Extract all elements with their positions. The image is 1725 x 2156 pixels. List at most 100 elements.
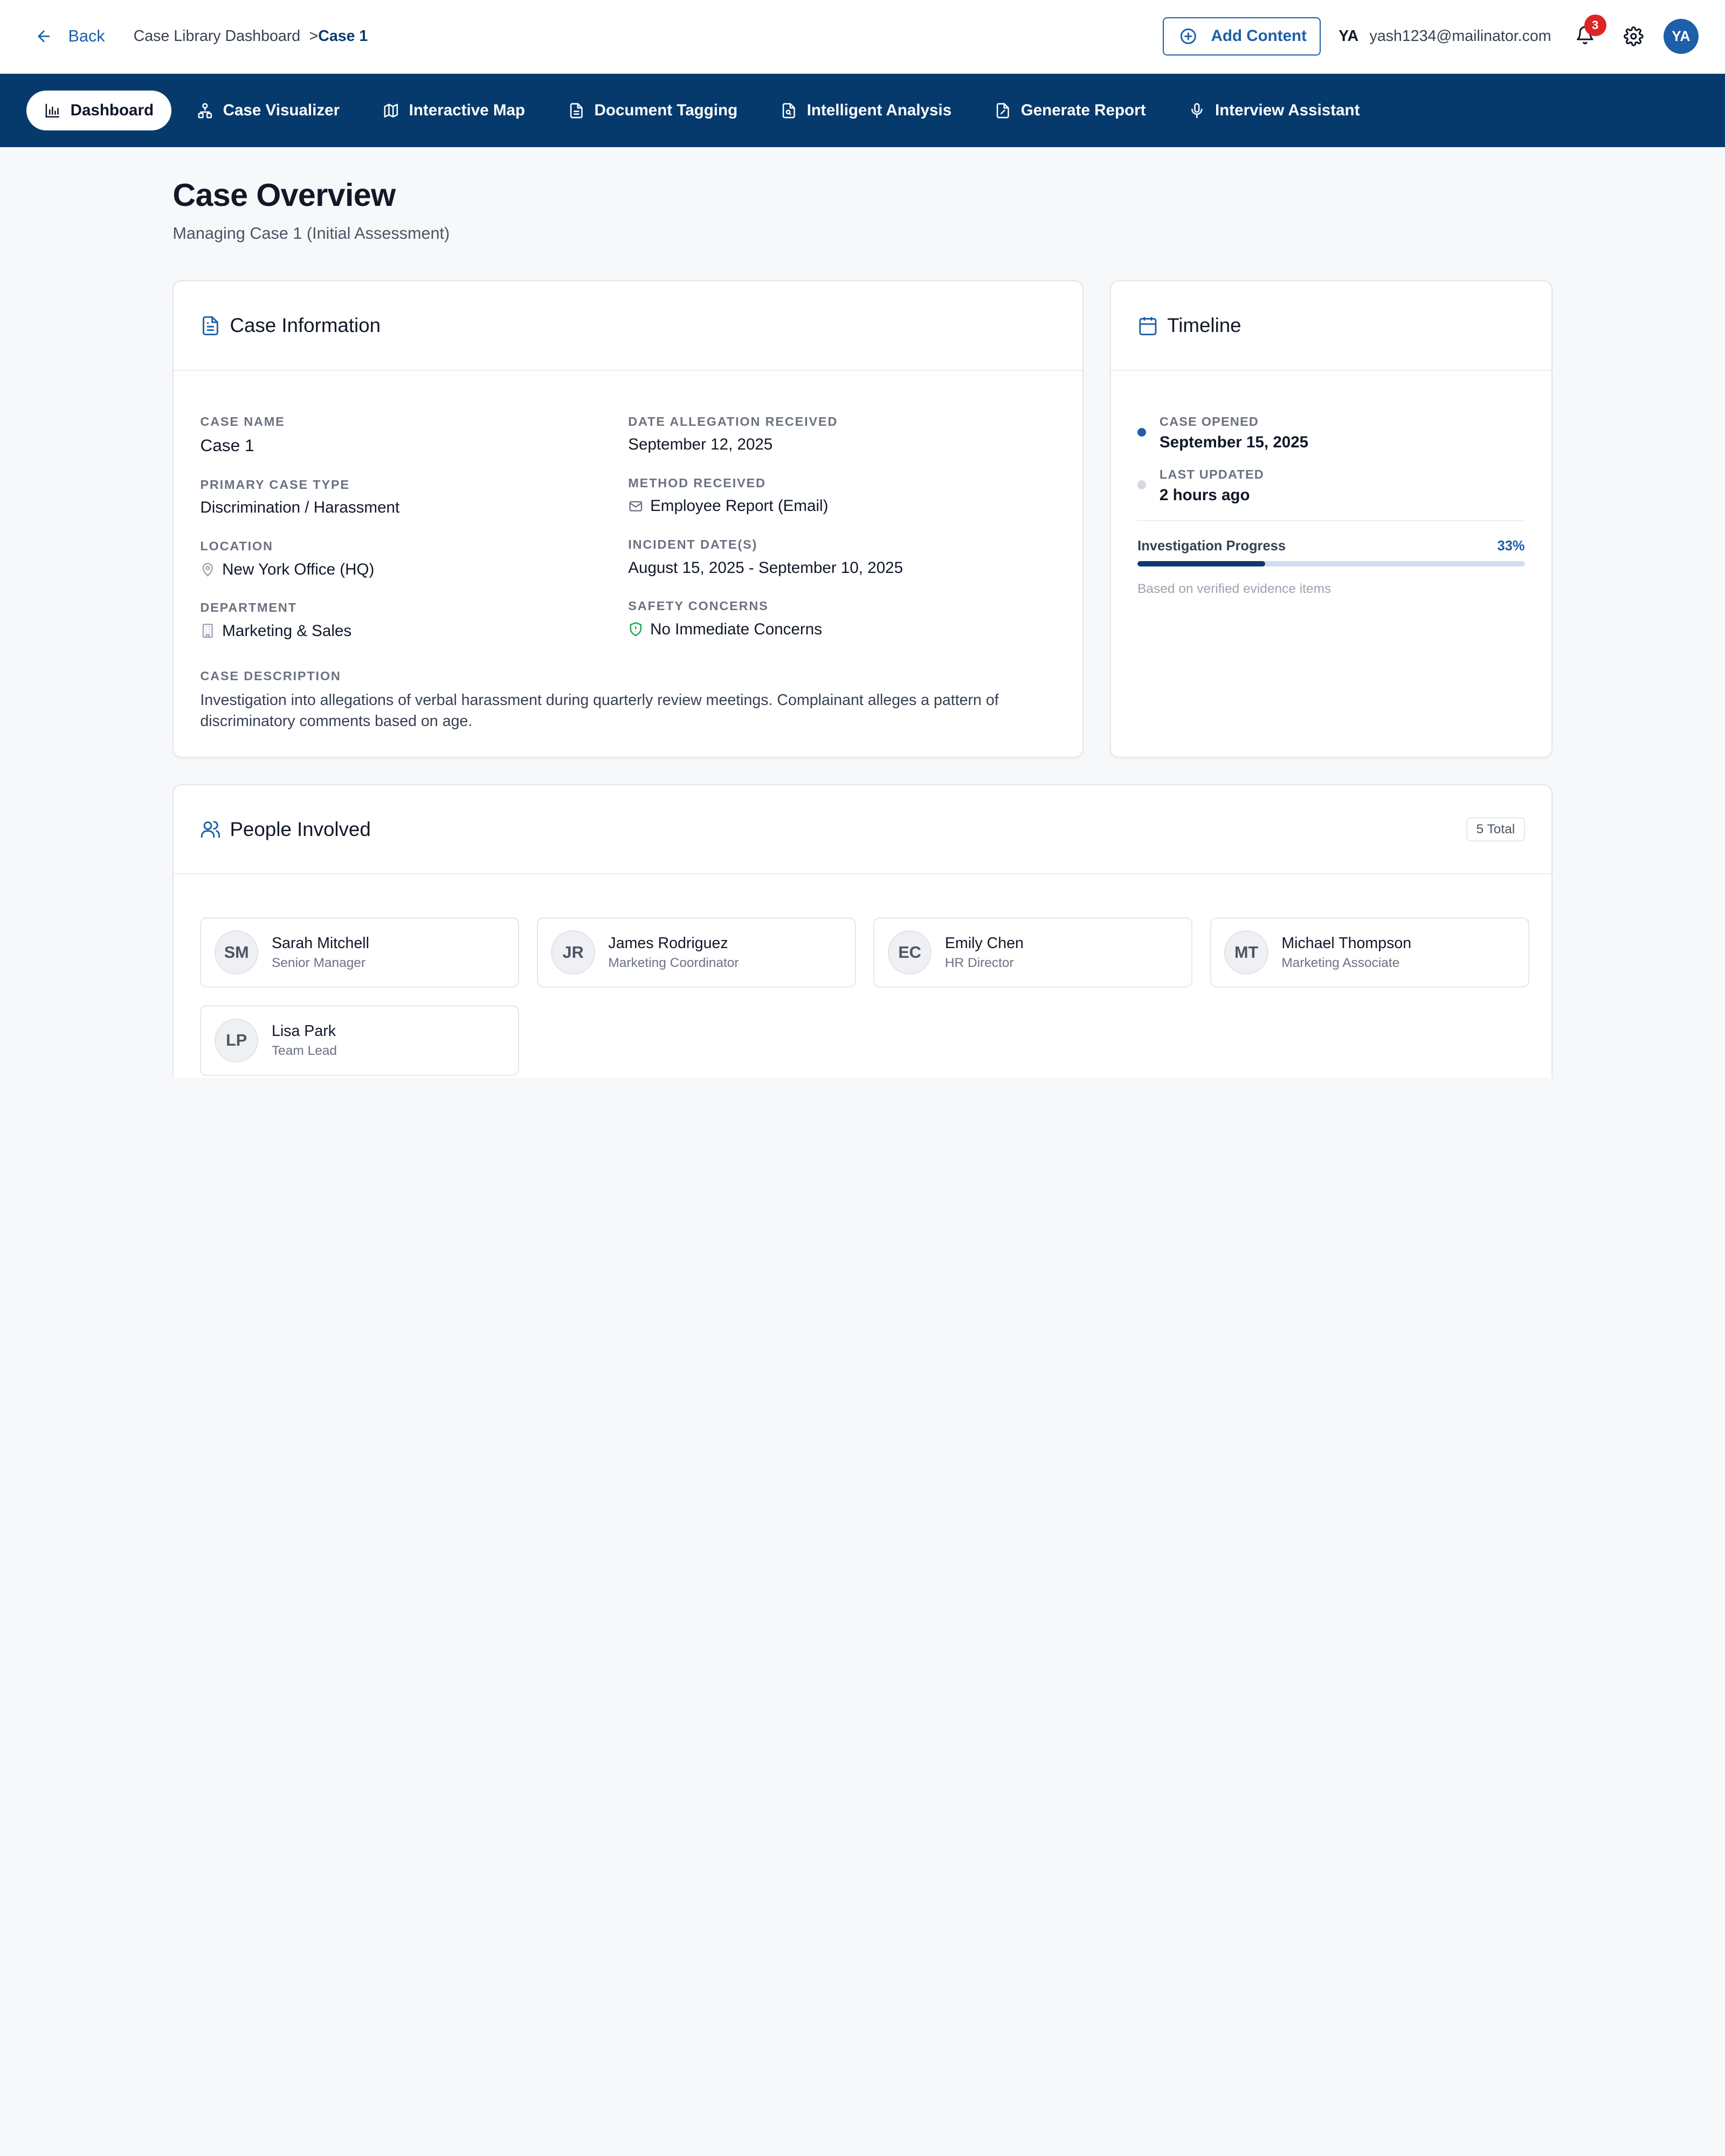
method-value: Employee Report (Email) [650, 497, 829, 515]
nav-label: Case Visualizer [223, 101, 340, 120]
file-search-icon [782, 103, 795, 119]
header-actions: Add Content YA yash1234@mailinator.com 3… [1162, 14, 1699, 56]
field-value: Employee Report (Email) [628, 497, 1056, 515]
nav-generate-report[interactable]: Generate Report [977, 91, 1163, 130]
avatar: MT [1224, 930, 1268, 975]
back-button[interactable]: Back [35, 27, 105, 46]
field-value: New York Office (HQ) [200, 561, 628, 579]
date-received-value: September 12, 2025 [628, 436, 773, 454]
gear-icon[interactable] [1624, 26, 1644, 46]
overview-row: Case Information Case Name Case 1 Primar… [172, 280, 1552, 758]
field-value: No Immediate Concerns [628, 620, 1056, 639]
person-name: Emily Chen [944, 934, 1024, 952]
person-card[interactable]: JR James Rodriguez Marketing Coordinator [536, 917, 856, 988]
field-label: Safety Concerns [628, 599, 769, 613]
card-title: Timeline [1167, 314, 1241, 336]
person-name: Sarah Mitchell [271, 934, 369, 952]
field-value: September 12, 2025 [628, 436, 1056, 454]
breadcrumb: Case Library Dashboard > Case 1 [134, 27, 368, 45]
location-value: New York Office (HQ) [222, 560, 375, 578]
main-content: Case Overview Managing Case 1 (Initial A… [172, 147, 1552, 1078]
progress-note: Based on verified evidence items [1137, 582, 1331, 597]
person-role: HR Director [944, 955, 1014, 970]
calendar-icon [1139, 316, 1157, 335]
timeline-value: 2 hours ago [1159, 486, 1250, 505]
breadcrumb-root[interactable]: Case Library Dashboard [134, 27, 301, 45]
nav-document-tagging[interactable]: Document Tagging [550, 91, 755, 130]
case-information-card: Case Information Case Name Case 1 Primar… [172, 280, 1084, 758]
case-information-header: Case Information [174, 281, 1083, 371]
nav-interview-assistant[interactable]: Interview Assistant [1171, 91, 1377, 130]
breadcrumb-separator: > [309, 27, 319, 45]
field-value: Marketing & Sales [200, 622, 628, 640]
breadcrumb-current: Case 1 [318, 27, 368, 45]
timeline-dot [1137, 427, 1147, 437]
bar-chart-icon [45, 103, 59, 118]
document-icon [570, 103, 583, 119]
case-information-body: Case Name Case 1 Primary Case Type Discr… [174, 371, 1082, 732]
user-email[interactable]: yash1234@mailinator.com [1370, 27, 1551, 45]
person-card[interactable]: LP Lisa Park Team Lead [200, 1005, 520, 1076]
avatar: SM [214, 930, 259, 975]
user-initials: YA [1338, 27, 1359, 45]
shield-icon [630, 622, 642, 637]
person-role: Team Lead [271, 1043, 337, 1058]
avatar: JR [551, 930, 595, 975]
building-icon [203, 624, 213, 638]
timeline-value: September 15, 2025 [1159, 433, 1309, 452]
field-description: Case Description Investigation into alle… [200, 669, 1056, 732]
nav-label: Intelligent Analysis [806, 101, 952, 120]
nav-interactive-map[interactable]: Interactive Map [365, 91, 543, 130]
incident-value: August 15, 2025 - September 10, 2025 [628, 558, 903, 577]
person-card[interactable]: EC Emily Chen HR Director [873, 917, 1193, 988]
person-name: Michael Thompson [1281, 934, 1412, 952]
person-name: Lisa Park [271, 1022, 336, 1040]
field-label: Location [200, 539, 273, 554]
map-icon [384, 103, 398, 118]
nav-label: Dashboard [70, 101, 154, 120]
field-label: Method Received [628, 476, 766, 490]
field-method: Method Received Employee Report (Email) [628, 476, 1056, 515]
person-card[interactable]: MT Michael Thompson Marketing Associate [1210, 917, 1529, 988]
notifications-button[interactable]: 3 [1575, 14, 1606, 47]
nav-dashboard[interactable]: Dashboard [26, 91, 171, 130]
app-page: Back Case Library Dashboard > Case 1 Add… [0, 0, 1725, 1078]
timeline-label: LAST UPDATED [1159, 467, 1264, 481]
divider [1137, 520, 1525, 521]
person-card[interactable]: SM Sarah Mitchell Senior Manager [200, 917, 520, 988]
card-title: People Involved [230, 818, 371, 840]
arrow-left-icon [38, 30, 50, 43]
field-incident-dates: Incident Date(s) August 15, 2025 - Septe… [628, 537, 1056, 577]
progress-bar [1137, 561, 1525, 566]
field-label: Case Name [200, 414, 285, 429]
users-icon [201, 821, 220, 838]
field-label: Incident Date(s) [628, 537, 758, 552]
field-safety: Safety Concerns No Immediate Concerns [628, 599, 1056, 638]
field-value: August 15, 2025 - September 10, 2025 [628, 559, 1056, 577]
info-column-left: Case Name Case 1 Primary Case Type Discr… [200, 414, 628, 662]
map-pin-icon [203, 563, 213, 577]
nav-case-visualizer[interactable]: Case Visualizer [179, 91, 357, 130]
field-label: Case Description [200, 668, 341, 683]
nav-intelligent-analysis[interactable]: Intelligent Analysis [763, 91, 969, 130]
timeline-header: Timeline [1111, 281, 1551, 371]
nav-label: Interactive Map [409, 101, 525, 120]
add-content-label: Add Content [1211, 27, 1307, 45]
user-avatar[interactable]: YA [1663, 18, 1699, 54]
field-value: Case 1 [200, 436, 628, 455]
field-value: Discrimination / Harassment [200, 499, 628, 517]
plus-circle-icon [1181, 28, 1197, 44]
progress-percent: 33% [1497, 538, 1525, 554]
progress-label: Investigation Progress [1137, 538, 1286, 554]
card-title: Case Information [230, 314, 381, 336]
case-name-value: Case 1 [200, 436, 254, 455]
person-role: Marketing Associate [1281, 955, 1400, 970]
progress-header: Investigation Progress 33% [1137, 538, 1524, 554]
field-location: Location New York Office (HQ) [200, 539, 628, 578]
network-icon [198, 103, 212, 119]
people-grid: SM Sarah Mitchell Senior Manager JR James… [174, 874, 1551, 1076]
add-content-button[interactable]: Add Content [1162, 17, 1321, 56]
field-label: Department [200, 600, 297, 615]
timeline-label: CASE OPENED [1159, 414, 1259, 429]
page-subtitle: Managing Case 1 (Initial Assessment) [172, 224, 450, 243]
